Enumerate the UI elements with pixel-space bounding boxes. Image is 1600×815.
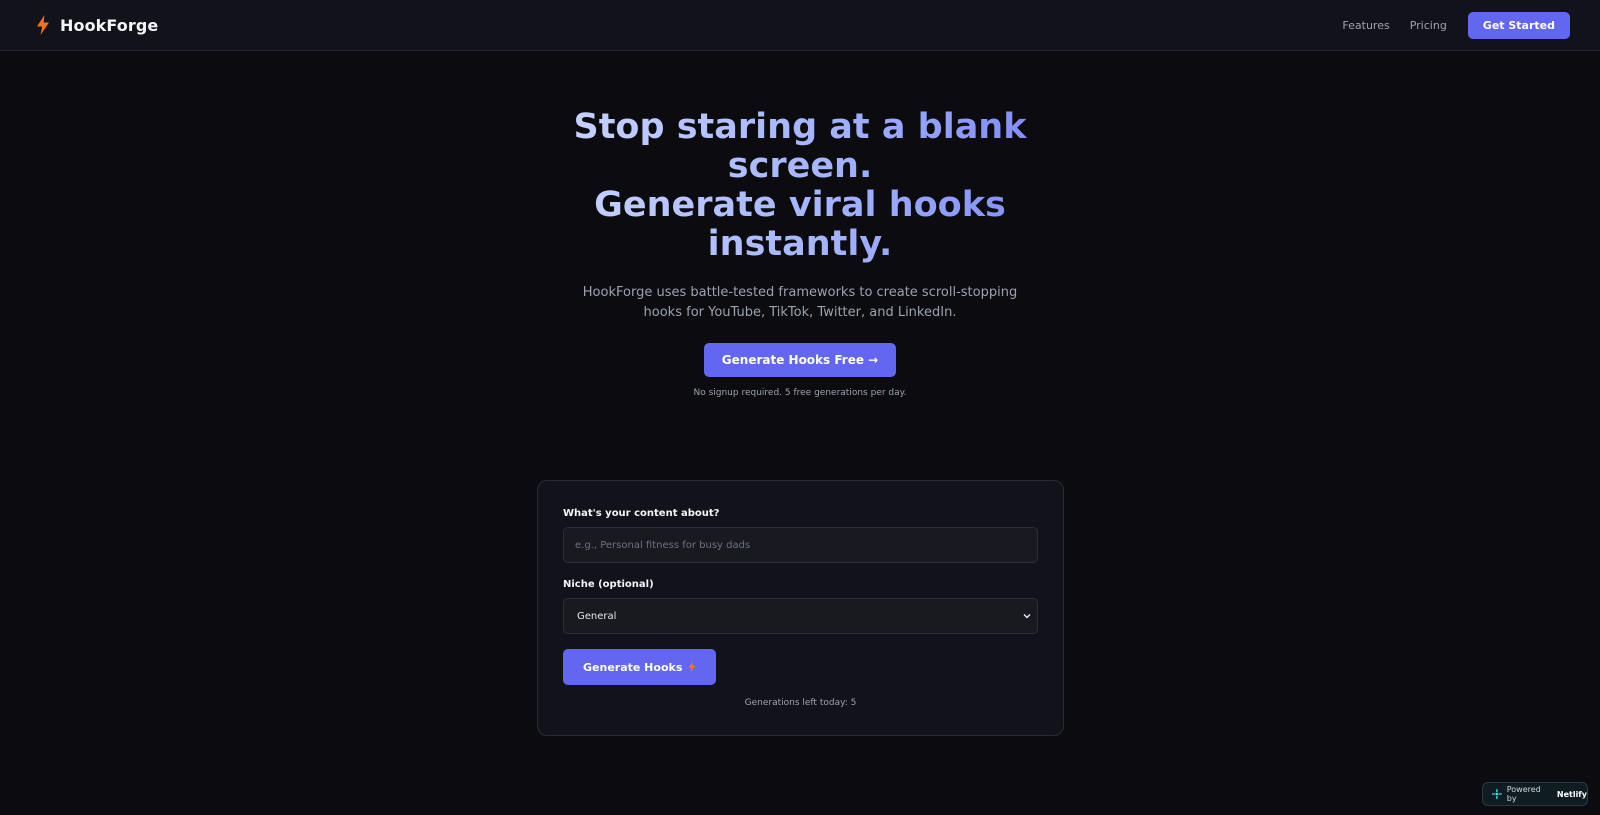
hero-title-line-3: Generate viral hooks: [594, 185, 1006, 225]
content-input[interactable]: [563, 527, 1038, 563]
netlify-brand: Netlify: [1556, 789, 1587, 799]
chevron-down-icon: [1023, 613, 1031, 619]
hero-title-line-4: instantly.: [707, 224, 893, 264]
nav-link-pricing[interactable]: Pricing: [1410, 19, 1447, 32]
bolt-icon: [688, 661, 696, 673]
hero-title-line-2: screen.: [727, 146, 873, 186]
hero-section: Stop staring at a blank screen. Generate…: [0, 108, 1600, 398]
brand-name: HookForge: [60, 15, 159, 35]
top-navbar: HookForge Features Pricing Get Started: [0, 0, 1600, 51]
netlify-icon: [1492, 789, 1502, 799]
niche-select[interactable]: General: [563, 598, 1038, 634]
niche-label: Niche (optional): [563, 579, 654, 590]
nav-links: Features Pricing Get Started: [1342, 11, 1570, 39]
brand[interactable]: HookForge: [36, 15, 158, 35]
bolt-icon: [37, 15, 49, 35]
content-label: What's your content about?: [563, 508, 720, 519]
netlify-prefix: Powered by: [1506, 785, 1541, 803]
hero-subtitle: HookForge uses battle-tested frameworks …: [582, 285, 1018, 320]
hero-title: Stop staring at a blank screen. Generate…: [560, 108, 1040, 264]
get-started-button[interactable]: Get Started: [1467, 11, 1570, 39]
nav-link-features[interactable]: Features: [1342, 19, 1389, 32]
generate-hooks-label: Generate Hooks: [583, 660, 683, 674]
generations-left-text: Generations left today: 5: [744, 698, 857, 708]
hook-generator-form: What's your content about? Niche (option…: [537, 480, 1064, 736]
generate-hooks-free-button[interactable]: Generate Hooks Free →: [703, 343, 897, 377]
niche-select-value: General: [577, 610, 617, 622]
hero-title-line-1: Stop staring at a blank: [573, 107, 1027, 147]
powered-by-netlify-badge[interactable]: Powered by Netlify: [1482, 782, 1588, 806]
hero-note: No signup required. 5 free generations p…: [693, 388, 907, 398]
generate-hooks-button[interactable]: Generate Hooks: [563, 649, 717, 685]
